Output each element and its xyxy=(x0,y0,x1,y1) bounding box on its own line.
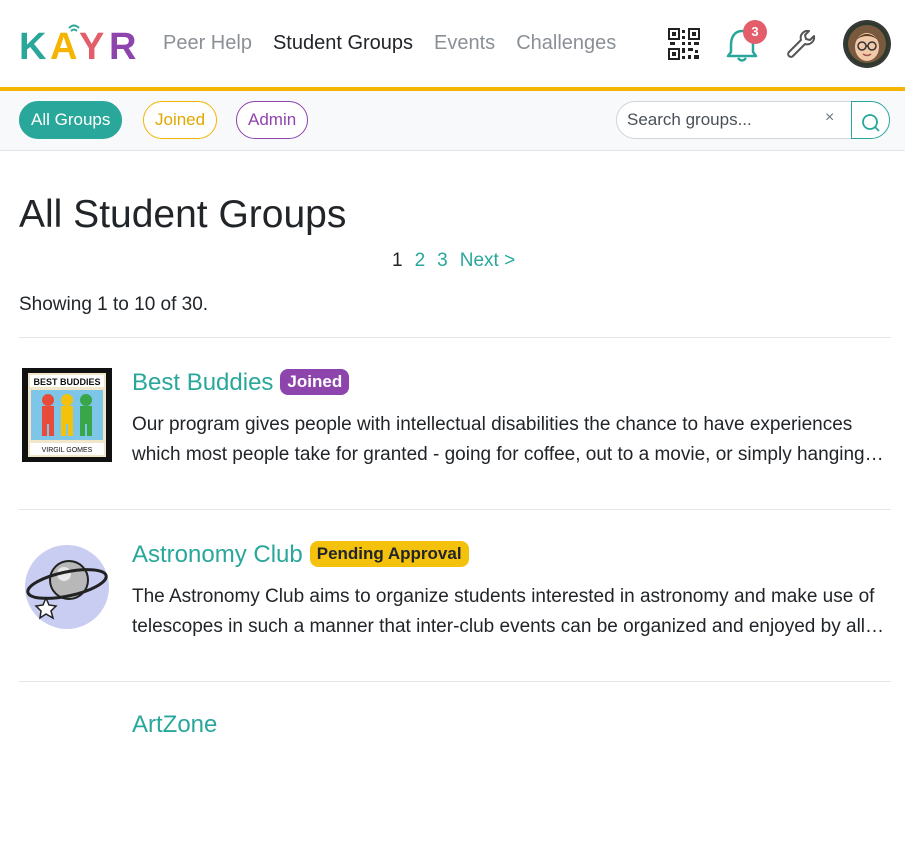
group-name-link[interactable]: ArtZone xyxy=(132,710,217,740)
search-button[interactable] xyxy=(851,101,890,139)
top-navbar: K A Y R Peer Help Student Groups Events … xyxy=(0,0,905,88)
group-name-link[interactable]: Best Buddies Joined xyxy=(132,368,350,398)
avatar-image xyxy=(845,22,889,66)
next-page-link[interactable]: Next > xyxy=(460,249,515,273)
notification-count-badge: 3 xyxy=(743,20,767,44)
astronomy-club-logo[interactable] xyxy=(22,540,112,634)
search-box: × xyxy=(616,101,852,139)
filter-admin-button[interactable]: Admin xyxy=(236,101,309,139)
wrench-icon[interactable] xyxy=(785,28,817,60)
group-row: ArtZone xyxy=(19,681,891,853)
group-description: Our program gives people with intellectu… xyxy=(132,414,865,465)
filter-bar: All Groups Joined Admin × xyxy=(0,91,905,151)
group-name-link[interactable]: Astronomy Club Pending Approval xyxy=(132,540,469,570)
nav-peer-help[interactable]: Peer Help xyxy=(163,31,252,55)
results-count: Showing 1 to 10 of 30. xyxy=(19,294,209,315)
group-description: The Astronomy Club aims to organize stud… xyxy=(132,586,875,637)
group-name[interactable]: ArtZone xyxy=(132,711,217,738)
page-title: All Student Groups xyxy=(19,193,347,236)
kayr-logo[interactable]: K A Y R xyxy=(19,20,144,62)
page-2-link[interactable]: 2 xyxy=(415,249,426,273)
svg-text:A: A xyxy=(50,26,77,62)
user-avatar[interactable] xyxy=(843,20,891,68)
filter-all-groups-button[interactable]: All Groups xyxy=(19,101,123,139)
filter-joined-button[interactable]: Joined xyxy=(143,101,218,139)
svg-text:Y: Y xyxy=(79,26,104,62)
group-name[interactable]: Astronomy Club xyxy=(132,541,303,568)
search-icon xyxy=(862,114,880,132)
pagination: 1 2 3 Next > xyxy=(392,249,527,273)
group-row: BEST BUDDIES VIRGIL GOMES Best Buddies Jo… xyxy=(19,337,891,509)
clear-search-icon[interactable]: × xyxy=(825,109,834,127)
svg-text:R: R xyxy=(109,26,136,62)
svg-text:K: K xyxy=(19,26,47,62)
nav-challenges[interactable]: Challenges xyxy=(516,31,616,55)
nav-events[interactable]: Events xyxy=(434,31,495,55)
pending-approval-badge: Pending Approval xyxy=(309,541,469,567)
qr-code-icon[interactable] xyxy=(668,28,700,60)
main-nav: Peer Help Student Groups Events Challeng… xyxy=(163,31,637,55)
joined-badge: Joined xyxy=(280,369,350,395)
svg-text:VIRGIL GOMES: VIRGIL GOMES xyxy=(42,447,93,454)
search-input[interactable] xyxy=(627,102,817,138)
nav-student-groups[interactable]: Student Groups xyxy=(273,31,413,55)
svg-text:BEST BUDDIES: BEST BUDDIES xyxy=(33,377,100,387)
group-name[interactable]: Best Buddies xyxy=(132,369,273,396)
page-1: 1 xyxy=(392,250,403,271)
best-buddies-logo[interactable]: BEST BUDDIES VIRGIL GOMES xyxy=(22,368,112,462)
group-row: Astronomy Club Pending Approval The Astro… xyxy=(19,509,891,681)
page-3-link[interactable]: 3 xyxy=(437,249,448,273)
